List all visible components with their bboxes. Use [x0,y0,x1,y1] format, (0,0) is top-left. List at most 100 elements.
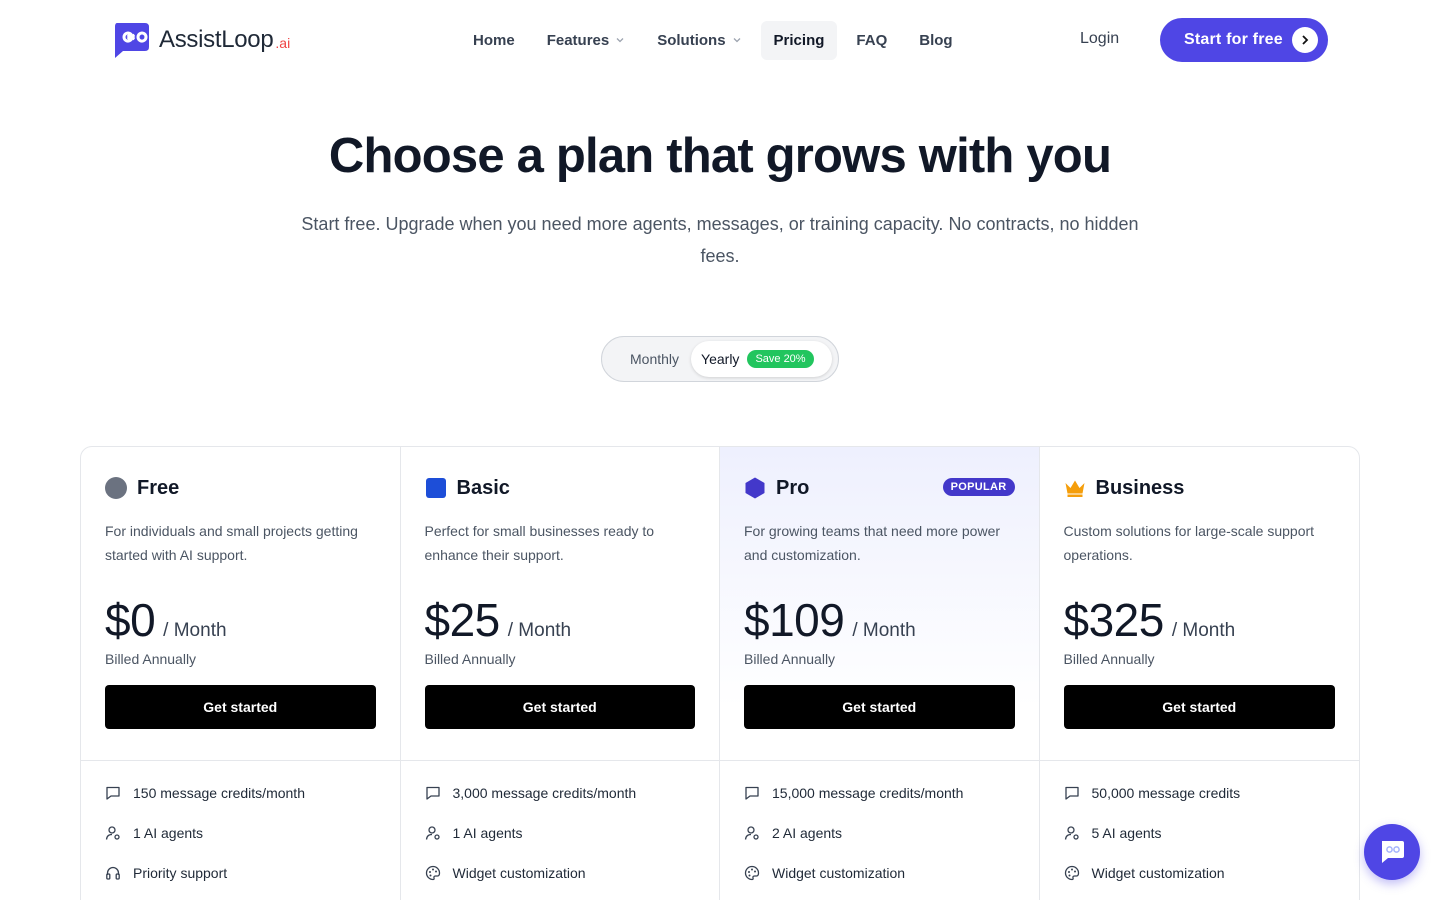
plan-period: / Month [163,620,227,641]
logo-icon [111,21,151,59]
plan-name: Business [1095,476,1185,499]
agent-icon [425,826,440,840]
feature-list: 50,000 message credits 5 AI agents Widge… [1064,773,1350,893]
nav-features[interactable]: Features [534,21,639,60]
nav-home-label: Home [473,31,515,49]
square-icon [425,478,446,498]
plan-description: Custom solutions for large-scale support… [1063,523,1315,563]
page-title: Choose a plan that grows with you [328,129,1112,183]
page-subtitle: Start free. Upgrade when you need more a… [301,214,1139,266]
plan-billing-note: Billed Annually [424,651,516,667]
nav-features-label: Features [546,31,610,49]
plan-card-free: Free For individuals and small projects … [81,447,401,900]
crown-icon [1065,480,1084,497]
feature-item: 150 message credits/month [105,773,390,813]
feature-text: 1 AI agents [133,825,204,841]
feature-text: Widget customization [772,865,906,881]
chevron-down-icon [616,38,624,43]
plan-period: / Month [507,620,572,641]
get-started-button[interactable]: Get started [744,685,1015,729]
palette-icon [1064,865,1079,881]
feature-item: 2 AI agents [744,813,1029,853]
feature-item: Widget customization [425,853,710,893]
start-free-label: Start for free [1184,31,1283,48]
feature-item: Widget customization [1064,853,1350,893]
agent-icon [105,826,120,840]
login-link[interactable]: Login [1080,30,1119,48]
palette-icon [744,865,760,881]
nav-solutions[interactable]: Solutions [644,21,754,60]
chevron-right-icon [1292,27,1318,53]
feature-item: Widget customization [744,853,1029,893]
agent-icon [1064,826,1079,840]
get-started-button[interactable]: Get started [1063,685,1335,729]
feature-item: 5 AI agents [1064,813,1350,853]
nav-blog[interactable]: Blog [906,21,965,60]
plan-price: $0 [105,594,156,646]
plan-period: / Month [1171,620,1236,641]
plan-price: $25 [424,594,501,646]
headset-icon [106,866,120,880]
feature-text: Widget customization [452,865,586,881]
plan-description: For individuals and small projects getti… [105,523,358,563]
message-icon [1064,786,1079,800]
nav-solutions-label: Solutions [657,31,726,49]
message-icon [425,786,440,800]
plan-billing-note: Billed Annually [105,651,197,667]
chat-widget-button[interactable] [1364,824,1420,880]
logo-suffix: .ai [275,35,291,51]
nav-faq-label: FAQ [856,31,888,49]
divider [720,760,1039,761]
feature-text: Priority support [133,865,228,881]
logo-text: AssistLoop [159,26,274,53]
feature-text: 3,000 message credits/month [452,785,637,801]
billing-monthly-option[interactable]: Monthly [606,341,689,377]
plan-billing-note: Billed Annually [1063,651,1155,667]
message-icon [106,786,120,800]
plan-card-business: Business Custom solutions for large-scal… [1039,447,1359,900]
feature-item: 50,000 message credits [1064,773,1350,813]
main-menu: Home Features Solutions Pricing FAQ Blog [460,20,972,60]
plan-description: Perfect for small businesses ready to en… [424,523,655,563]
popular-badge: POPULAR [942,478,1015,496]
divider [400,760,719,761]
feature-item: Priority support [105,853,390,893]
nav-home[interactable]: Home [460,21,528,60]
plan-price: $325 [1063,594,1165,646]
plan-description: For growing teams that need more power a… [744,523,1001,563]
agent-icon [744,826,759,840]
feature-item: 3,000 message credits/month [425,773,710,813]
feature-text: 1 AI agents [452,825,523,841]
plan-name: Basic [456,476,510,499]
hexagon-icon [745,477,765,499]
feature-text: 5 AI agents [1091,825,1162,841]
get-started-button[interactable]: Get started [105,685,376,729]
plan-name: Free [137,476,180,499]
feature-text: Widget customization [1091,865,1225,881]
nav-pricing[interactable]: Pricing [760,20,838,60]
feature-list: 15,000 message credits/month 2 AI agents… [744,773,1029,893]
divider [1039,760,1359,761]
nav-blog-label: Blog [919,31,953,49]
get-started-button[interactable]: Get started [424,685,695,729]
billing-yearly-label: Yearly [701,351,740,367]
feature-item: 1 AI agents [105,813,390,853]
feature-text: 50,000 message credits [1091,785,1241,801]
pricing-plans: Free For individuals and small projects … [80,446,1360,900]
feature-text: 15,000 message credits/month [772,785,964,801]
plan-name: Pro [776,476,810,499]
billing-yearly-option[interactable]: Yearly Save 20% [691,341,833,377]
chevron-down-icon [733,38,741,43]
feature-item: 15,000 message credits/month [744,773,1029,813]
billing-toggle: Monthly Yearly Save 20% [601,336,839,382]
feature-list: 3,000 message credits/month 1 AI agents … [425,773,710,893]
palette-icon [425,865,440,881]
start-free-button[interactable]: Start for free [1160,18,1328,62]
nav-faq[interactable]: FAQ [843,21,900,60]
feature-list: 150 message credits/month 1 AI agents Pr… [105,773,390,893]
circle-icon [105,477,127,499]
save-badge: Save 20% [747,350,814,368]
plan-period: / Month [852,620,916,641]
top-nav: AssistLoop .ai Home Features Solutions P… [0,0,1440,80]
logo[interactable]: AssistLoop .ai [111,21,290,59]
